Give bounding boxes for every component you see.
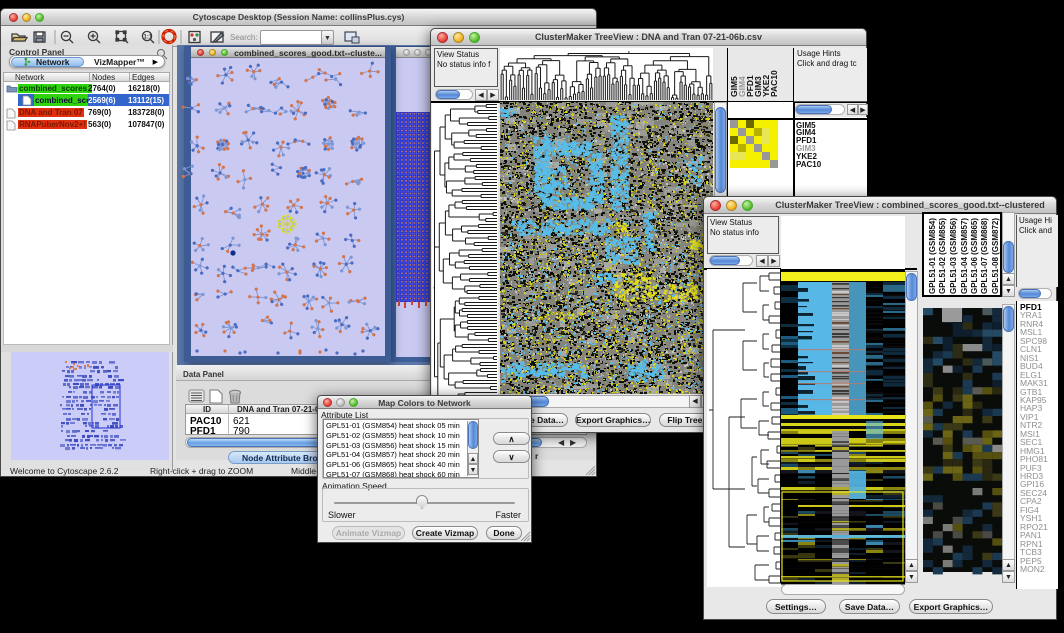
svg-text:1:1: 1:1	[144, 35, 153, 41]
